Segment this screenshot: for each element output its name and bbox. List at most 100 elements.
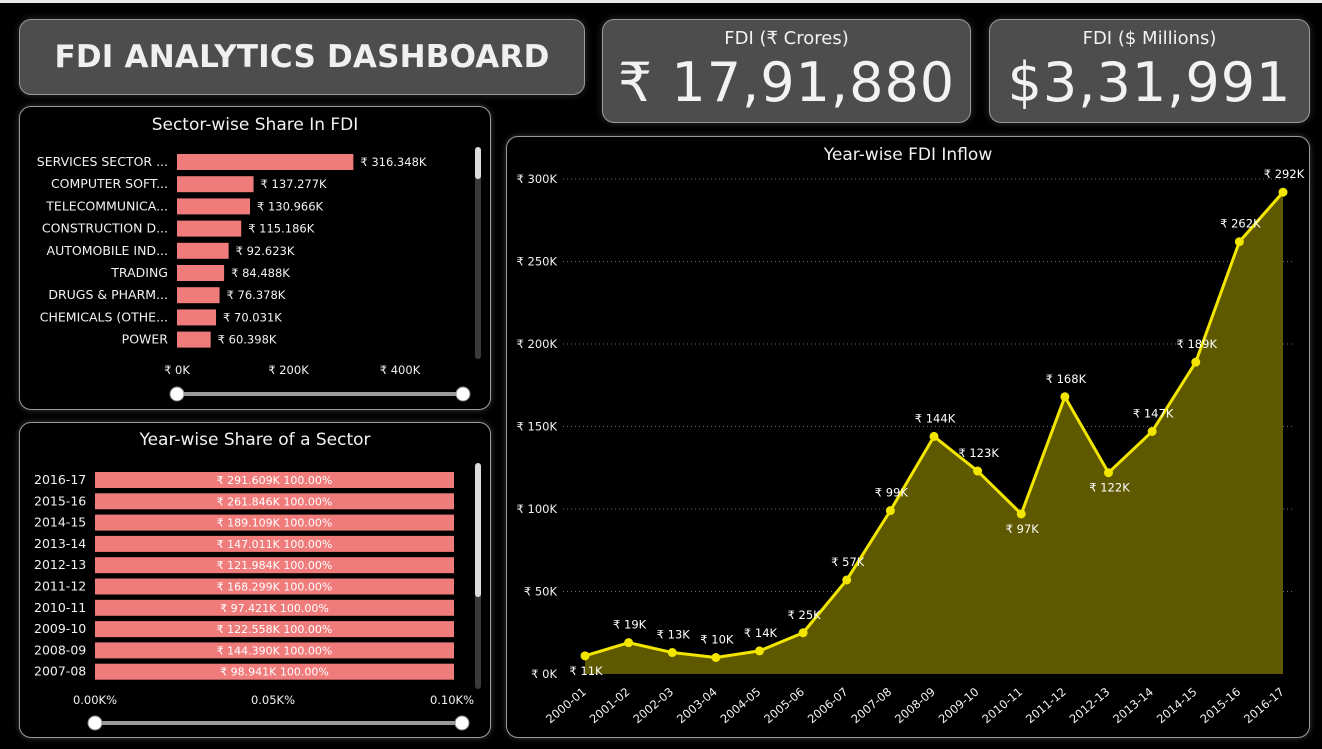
sector-range-handle-end[interactable] — [455, 386, 471, 402]
inflow-x-tick: 2014-15 — [1154, 685, 1200, 727]
inflow-x-tick: 2001-02 — [587, 685, 633, 727]
inflow-x-tick: 2013-14 — [1110, 685, 1156, 727]
sector-bar[interactable] — [177, 265, 225, 281]
inflow-data-label: ₹ 14K — [744, 626, 778, 640]
yearshare-category-label: 2012-13 — [34, 557, 86, 572]
sector-bar[interactable] — [177, 198, 251, 215]
yearshare-data-label: ₹ 291.609K 100.00% — [217, 474, 333, 487]
inflow-x-tick: 2000-01 — [543, 685, 589, 727]
inflow-x-tick: 2009-10 — [936, 685, 982, 727]
yearshare-range-handle-start[interactable] — [87, 715, 103, 731]
inflow-y-tick: ₹ 150K — [517, 420, 558, 434]
sector-data-label: ₹ 60.398K — [218, 333, 277, 347]
kpi-value-crores: ₹ 17,91,880 — [617, 51, 956, 114]
inflow-data-point[interactable] — [973, 466, 983, 476]
top-border — [0, 0, 1322, 3]
inflow-data-point[interactable] — [580, 651, 590, 661]
yearshare-category-label: 2015-16 — [34, 493, 86, 508]
yearshare-category-label: 2009-10 — [34, 621, 86, 636]
sector-category-label: DRUGS & PHARM... — [48, 287, 168, 302]
sector-bar[interactable] — [177, 242, 229, 259]
inflow-y-tick: ₹ 250K — [517, 255, 558, 269]
inflow-data-point[interactable] — [667, 648, 677, 658]
yearshare-category-label: 2014-15 — [34, 515, 86, 530]
inflow-x-tick: 2006-07 — [805, 685, 851, 727]
inflow-data-point[interactable] — [1016, 509, 1026, 519]
inflow-data-label: ₹ 99K — [875, 486, 909, 500]
inflow-x-tick: 2007-08 — [848, 685, 894, 727]
inflow-data-point[interactable] — [711, 653, 721, 662]
inflow-data-label: ₹ 25K — [788, 608, 822, 622]
sector-range-handle-start[interactable] — [169, 386, 185, 402]
sector-scrollbar-thumb[interactable] — [475, 147, 481, 179]
sector-bar[interactable] — [177, 154, 354, 170]
kpi-label-crores: FDI (₹ Crores) — [724, 28, 849, 49]
sector-category-label: CONSTRUCTION D... — [42, 221, 168, 236]
inflow-y-tick: ₹ 200K — [517, 337, 558, 351]
sector-data-label: ₹ 76.378K — [227, 288, 286, 302]
inflow-chart-card: Year-wise FDI Inflow ₹ 0K ₹ 50K ₹ 100K ₹ 15… — [506, 136, 1310, 738]
yearshare-range-handle-end[interactable] — [454, 715, 470, 731]
yearshare-category-label: 2010-11 — [34, 600, 86, 615]
inflow-data-label: ₹ 292K — [1264, 167, 1305, 181]
yearshare-x-tick: 0.10K% — [430, 693, 474, 707]
inflow-data-label: ₹ 19K — [613, 618, 647, 632]
kpi-card-millions: FDI ($ Millions) $3,31,991 — [989, 19, 1310, 123]
inflow-x-tick: 2005-06 — [761, 685, 807, 727]
sector-data-label: ₹ 115.186K — [248, 222, 315, 236]
inflow-data-point[interactable] — [1060, 392, 1070, 402]
inflow-data-point[interactable] — [755, 646, 764, 656]
yearshare-category-label: 2007-08 — [34, 664, 86, 679]
sector-data-label: ₹ 130.966K — [257, 199, 324, 213]
inflow-data-label: ₹ 168K — [1046, 372, 1087, 386]
inflow-data-point[interactable] — [885, 506, 895, 516]
inflow-data-point[interactable] — [929, 431, 939, 441]
yearshare-data-label: ₹ 168.299K 100.00% — [217, 581, 333, 594]
yearshare-data-label: ₹ 261.846K 100.00% — [217, 495, 333, 508]
sector-data-label: ₹ 137.277K — [261, 177, 328, 191]
yearshare-data-label: ₹ 121.984K 100.00% — [217, 559, 333, 572]
yearshare-data-label: ₹ 144.390K 100.00% — [217, 644, 333, 657]
sector-bar[interactable] — [177, 176, 254, 193]
inflow-x-tick: 2010-11 — [979, 685, 1025, 727]
kpi-label-millions: FDI ($ Millions) — [1082, 28, 1217, 49]
sector-category-label: TELECOMMUNICA... — [45, 198, 168, 213]
sector-data-label: ₹ 70.031K — [223, 310, 282, 324]
inflow-data-point[interactable] — [624, 638, 634, 648]
inflow-data-point[interactable] — [842, 575, 852, 585]
sector-bar[interactable] — [177, 287, 220, 304]
yearshare-x-tick: 0.00K% — [73, 693, 117, 707]
inflow-x-tick: 2015-16 — [1197, 685, 1243, 727]
inflow-y-tick: ₹ 50K — [524, 585, 558, 599]
sector-data-label: ₹ 84.488K — [231, 266, 290, 280]
inflow-y-tick: ₹ 0K — [531, 667, 557, 681]
inflow-x-tick: 2002-03 — [630, 685, 676, 727]
inflow-data-label: ₹ 10K — [700, 633, 734, 647]
sector-category-label: CHEMICALS (OTHE... — [40, 309, 168, 324]
inflow-data-point[interactable] — [1104, 468, 1113, 478]
dashboard-title: FDI ANALYTICS DASHBOARD — [54, 39, 550, 75]
inflow-data-point[interactable] — [1278, 187, 1288, 197]
sector-category-label: AUTOMOBILE IND... — [47, 243, 168, 258]
yearshare-scrollbar-thumb[interactable] — [475, 463, 481, 597]
yearshare-bar-chart: 2016-17 ₹ 291.609K 100.00% 2015-16 ₹ 261.84… — [34, 463, 481, 731]
inflow-data-label: ₹ 122K — [1089, 481, 1130, 495]
inflow-area-chart: ₹ 0K ₹ 50K ₹ 100K ₹ 150K ₹ 200K ₹ 250K ₹ 300K ₹… — [517, 167, 1305, 727]
inflow-data-point[interactable] — [1147, 426, 1157, 436]
sector-x-tick: ₹ 0K — [164, 363, 190, 377]
inflow-data-point[interactable] — [1191, 357, 1201, 367]
sector-category-label: COMPUTER SOFT... — [51, 176, 168, 191]
inflow-x-tick: 2003-04 — [674, 685, 720, 727]
yearshare-data-label: ₹ 98.941K 100.00% — [220, 666, 329, 679]
inflow-data-label: ₹ 13K — [657, 628, 691, 642]
inflow-data-point[interactable] — [798, 628, 808, 638]
sector-bar[interactable] — [177, 309, 217, 326]
yearshare-category-label: 2016-17 — [34, 472, 86, 487]
inflow-x-tick: 2004-05 — [718, 685, 764, 727]
sector-bar[interactable] — [177, 331, 211, 348]
sector-bar[interactable] — [177, 220, 242, 237]
inflow-x-tick: 2011-12 — [1023, 685, 1069, 727]
yearshare-data-label: ₹ 97.421K 100.00% — [220, 602, 329, 615]
inflow-data-point[interactable] — [1234, 237, 1244, 247]
inflow-data-label: ₹ 97K — [1006, 522, 1040, 536]
